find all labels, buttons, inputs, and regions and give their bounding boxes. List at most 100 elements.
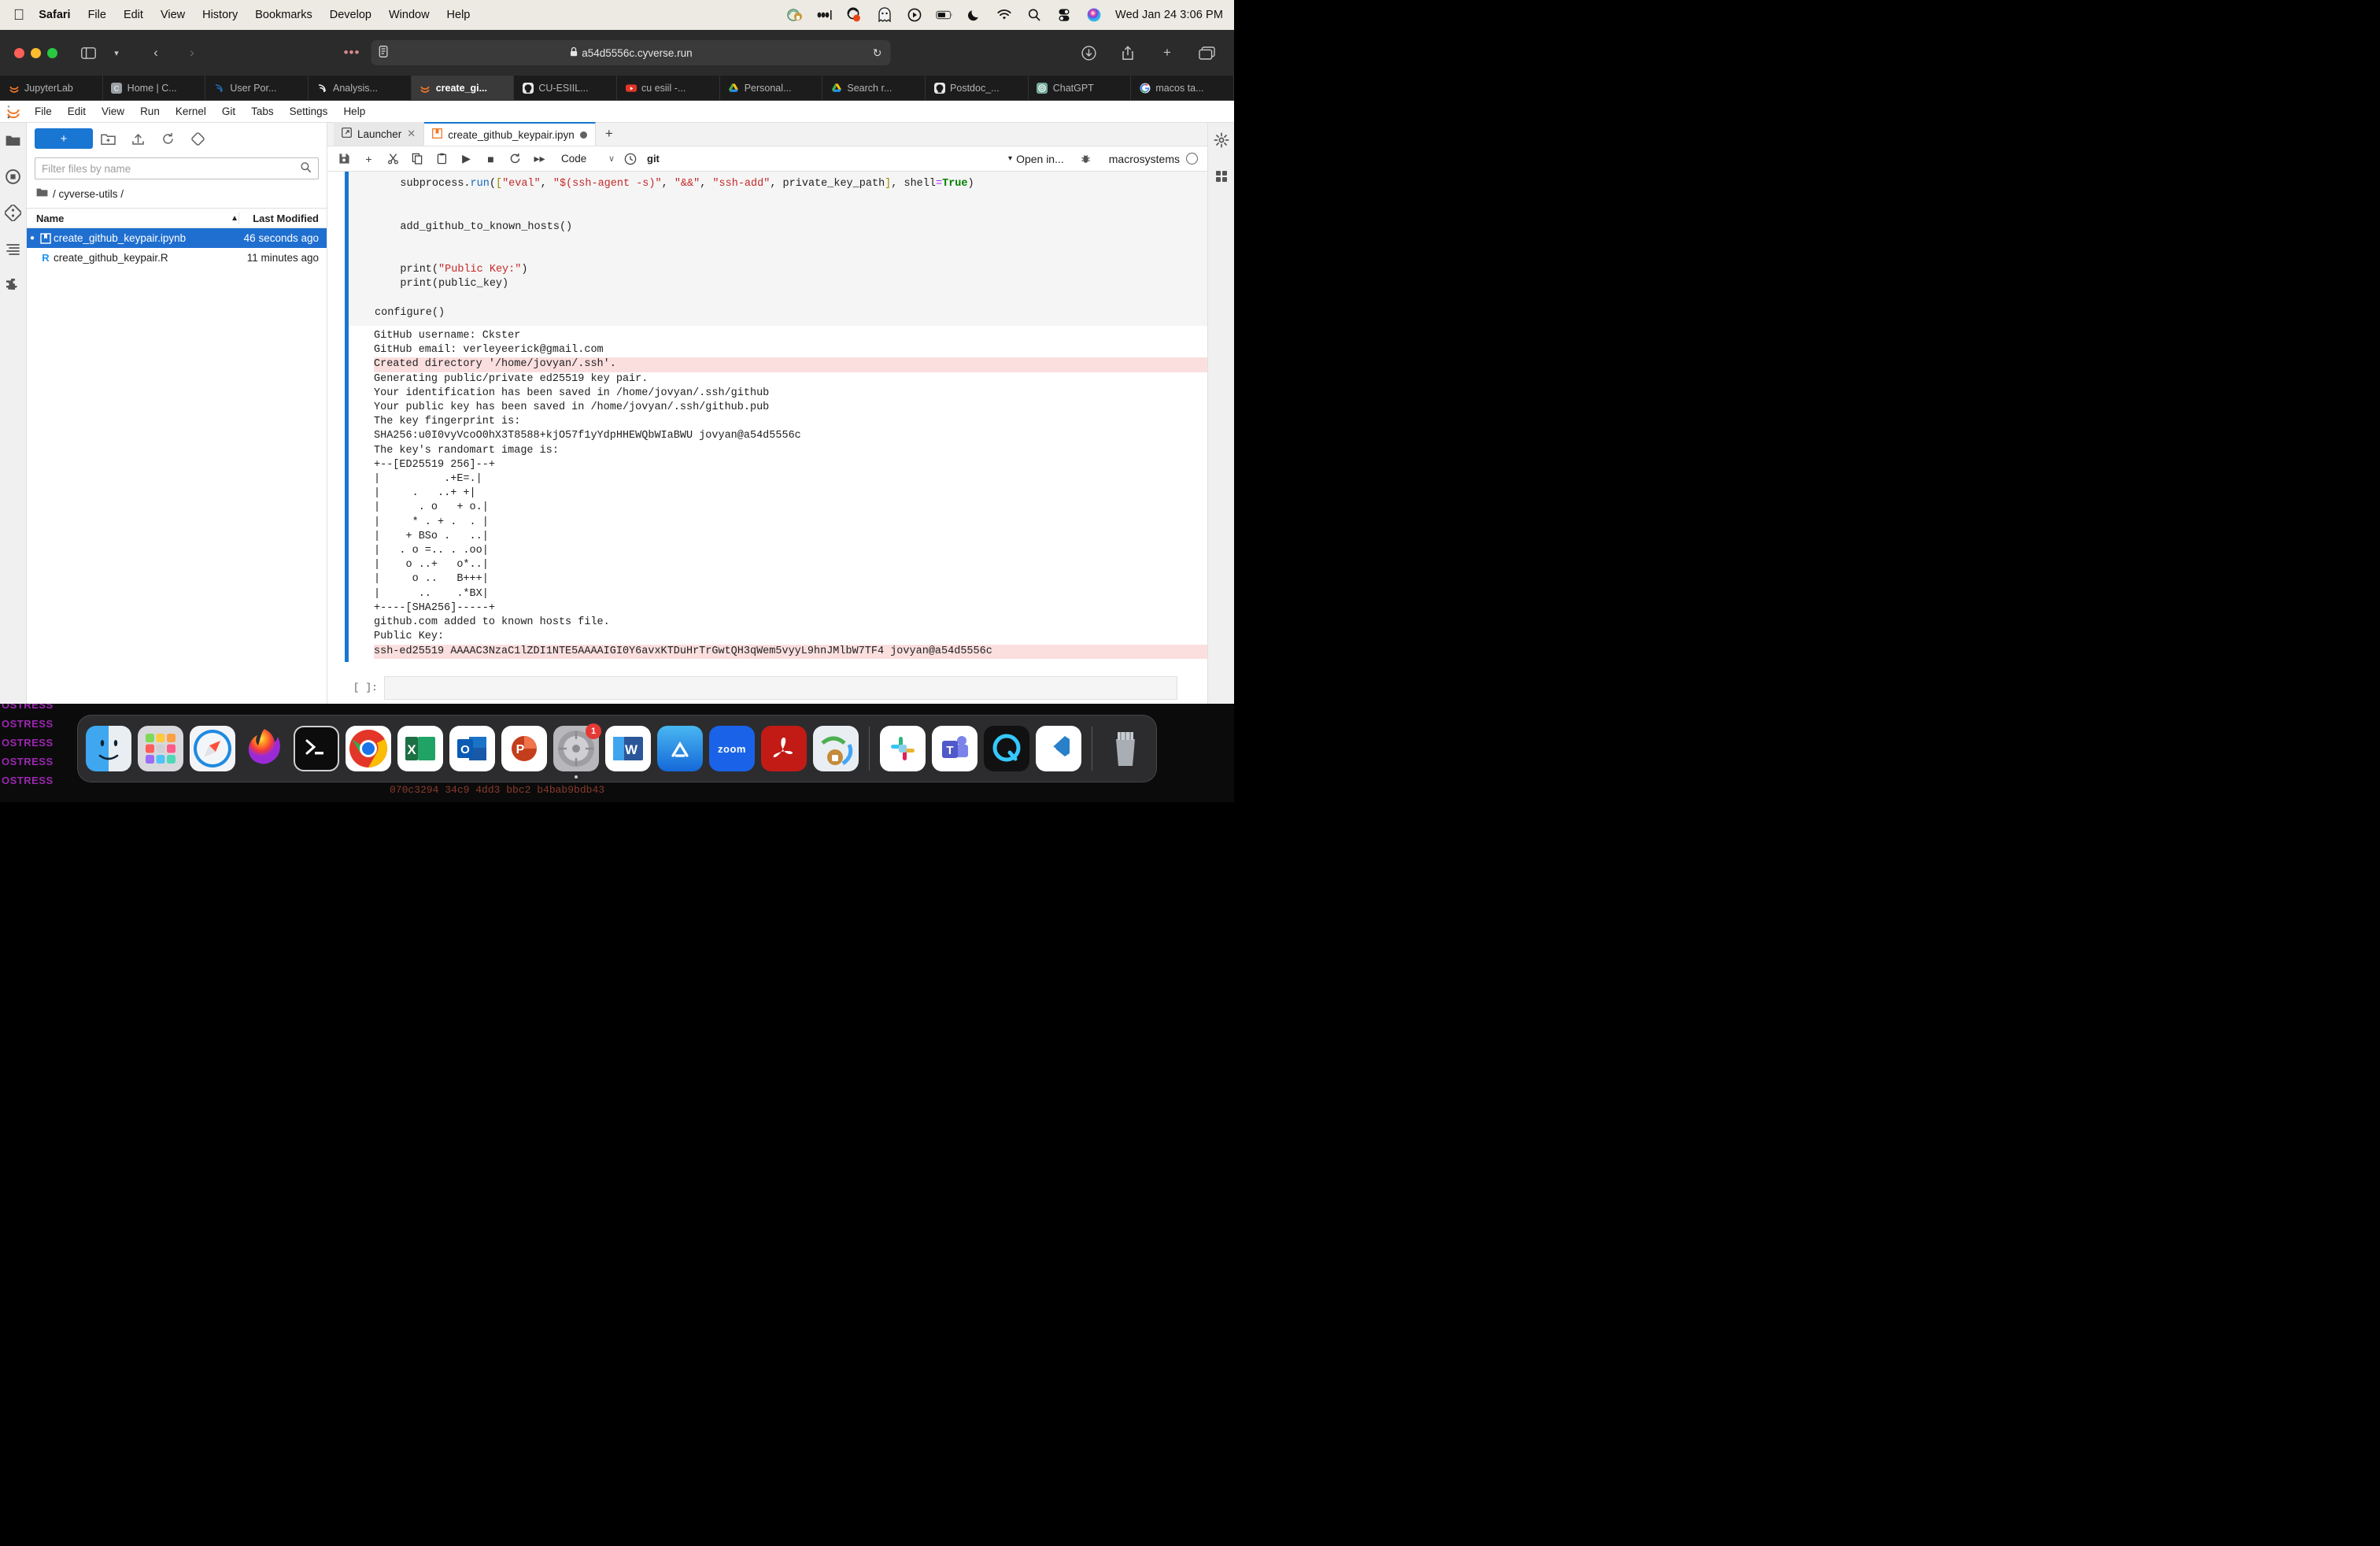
- table-of-contents-icon[interactable]: [4, 239, 23, 258]
- excel-icon[interactable]: X: [397, 726, 443, 771]
- notebook-tab-create-github-keypair[interactable]: create_github_keypair.ipyn: [424, 122, 596, 146]
- new-folder-icon[interactable]: [93, 128, 123, 149]
- reader-view-icon[interactable]: [379, 46, 387, 60]
- ghostery-icon[interactable]: [876, 6, 893, 24]
- sort-ascending-icon[interactable]: ▲: [231, 214, 238, 223]
- refresh-icon[interactable]: [153, 128, 183, 149]
- forward-arrow-icon[interactable]: ›: [180, 41, 204, 65]
- notebook-scroll-area[interactable]: subprocess.run(["eval", "$(ssh-agent -s)…: [327, 172, 1207, 734]
- menu-item-view[interactable]: View: [161, 9, 185, 21]
- safari-tab-postdoc-github[interactable]: Postdoc_...: [926, 76, 1029, 100]
- extension-manager-icon[interactable]: [4, 276, 23, 294]
- sidebar-icon[interactable]: [76, 41, 100, 65]
- close-icon[interactable]: ✕: [407, 128, 416, 140]
- jl-menu-settings[interactable]: Settings: [282, 105, 336, 117]
- show-all-tabs-icon[interactable]: [1195, 41, 1218, 65]
- outlook-icon[interactable]: O: [449, 726, 495, 771]
- finder-icon[interactable]: [86, 726, 131, 771]
- menu-item-window[interactable]: Window: [389, 9, 430, 21]
- empty-code-editor[interactable]: [384, 676, 1177, 700]
- moon-icon[interactable]: [966, 6, 983, 24]
- jl-menu-kernel[interactable]: Kernel: [168, 105, 214, 117]
- menu-item-history[interactable]: History: [202, 9, 238, 21]
- wifi-icon[interactable]: [996, 6, 1013, 24]
- new-launcher-icon[interactable]: [183, 128, 213, 149]
- safari-tab-macos[interactable]: macos ta...: [1131, 76, 1234, 100]
- minimize-window-button[interactable]: [31, 48, 41, 58]
- notebook-code-cell[interactable]: subprocess.run(["eval", "$(ssh-agent -s)…: [345, 172, 1207, 326]
- file-browser-icon[interactable]: [4, 131, 23, 150]
- git-label[interactable]: git: [647, 153, 660, 165]
- menu-item-safari[interactable]: Safari: [39, 9, 70, 21]
- menu-item-develop[interactable]: Develop: [330, 9, 371, 21]
- breadcrumb[interactable]: / cyverse-utils /: [27, 186, 327, 208]
- filter-files-input[interactable]: Filter files by name: [35, 157, 319, 179]
- copy-icon[interactable]: [405, 149, 430, 169]
- new-launcher-button[interactable]: +: [35, 128, 93, 149]
- property-inspector-icon[interactable]: [1212, 131, 1231, 150]
- grammarly-icon[interactable]: [786, 6, 804, 24]
- save-icon[interactable]: [332, 149, 357, 169]
- menu-item-edit[interactable]: Edit: [124, 9, 143, 21]
- insert-cell-icon[interactable]: +: [357, 149, 381, 169]
- running-terminals-icon[interactable]: [4, 167, 23, 186]
- file-row-ipynb[interactable]: ● create_github_keypair.ipynb 46 seconds…: [27, 228, 327, 248]
- zoom-icon[interactable]: zoom: [709, 726, 755, 771]
- jl-menu-git[interactable]: Git: [214, 105, 243, 117]
- powerpoint-icon[interactable]: P: [501, 726, 547, 771]
- reload-icon[interactable]: ↻: [873, 46, 882, 60]
- address-bar[interactable]: a54d5556c.cyverse.run ↻: [371, 40, 890, 65]
- safari-tab-analysis[interactable]: Analysis...: [309, 76, 412, 100]
- notebook-empty-cell[interactable]: [ ]:: [345, 676, 1207, 700]
- menu-item-help[interactable]: Help: [447, 9, 471, 21]
- file-row-r[interactable]: R create_github_keypair.R 11 minutes ago: [27, 248, 327, 268]
- teams-icon[interactable]: T: [932, 726, 978, 771]
- unsaved-indicator[interactable]: [580, 131, 587, 139]
- restart-icon[interactable]: [503, 149, 527, 169]
- upload-icon[interactable]: [123, 128, 153, 149]
- firefox-icon[interactable]: [242, 726, 287, 771]
- safari-icon[interactable]: [190, 726, 235, 771]
- battery-icon[interactable]: [936, 6, 953, 24]
- code-editor[interactable]: subprocess.run(["eval", "$(ssh-agent -s)…: [349, 172, 1207, 326]
- search-icon[interactable]: [300, 161, 312, 176]
- zoom-window-button[interactable]: [47, 48, 57, 58]
- restart-run-all-icon[interactable]: ▸▸: [527, 149, 552, 169]
- search-icon[interactable]: [1026, 6, 1043, 24]
- jl-menu-tabs[interactable]: Tabs: [243, 105, 282, 117]
- cell-type-dropdown[interactable]: Code ∨: [558, 150, 618, 168]
- siri-icon[interactable]: [1085, 6, 1103, 24]
- play-icon[interactable]: [906, 6, 923, 24]
- column-header-name[interactable]: Name ▲: [27, 213, 238, 224]
- jl-menu-run[interactable]: Run: [132, 105, 168, 117]
- notebook-tab-launcher[interactable]: Launcher ✕: [334, 122, 424, 146]
- column-header-last-modified[interactable]: Last Modified: [238, 213, 327, 224]
- safari-tab-cu-esiil-github[interactable]: CU-ESIIL...: [514, 76, 617, 100]
- control-center-icon[interactable]: [1055, 6, 1073, 24]
- acrobat-icon[interactable]: [761, 726, 807, 771]
- paste-icon[interactable]: [430, 149, 454, 169]
- open-in-dropdown[interactable]: ▾ Open in...: [1008, 153, 1064, 165]
- run-icon[interactable]: ▶: [454, 149, 479, 169]
- app-store-icon[interactable]: [657, 726, 703, 771]
- menu-bar-clock[interactable]: Wed Jan 24 3:06 PM: [1115, 9, 1223, 21]
- system-settings-icon[interactable]: 1: [553, 726, 599, 771]
- kernel-idle-circle-icon[interactable]: [1186, 153, 1198, 165]
- chrome-icon[interactable]: [346, 726, 391, 771]
- clock-icon[interactable]: [618, 149, 642, 169]
- bug-icon[interactable]: [1074, 149, 1098, 169]
- jl-menu-file[interactable]: File: [27, 105, 60, 117]
- jl-menu-edit[interactable]: Edit: [60, 105, 94, 117]
- launchpad-icon[interactable]: [138, 726, 183, 771]
- menu-item-bookmarks[interactable]: Bookmarks: [255, 9, 312, 21]
- jl-menu-help[interactable]: Help: [335, 105, 373, 117]
- safari-tab-home-canvas[interactable]: C Home | C...: [103, 76, 206, 100]
- quicktime-icon[interactable]: [984, 726, 1029, 771]
- safari-tab-cu-esiil-youtube[interactable]: cu esiil -...: [617, 76, 720, 100]
- audio-levels-icon[interactable]: [816, 6, 833, 24]
- apple-logo-icon[interactable]: : [13, 8, 24, 23]
- cut-icon[interactable]: [381, 149, 405, 169]
- back-arrow-icon[interactable]: ‹: [144, 41, 168, 65]
- more-dots-icon[interactable]: •••: [344, 45, 360, 61]
- debugger-icon[interactable]: [1212, 167, 1231, 186]
